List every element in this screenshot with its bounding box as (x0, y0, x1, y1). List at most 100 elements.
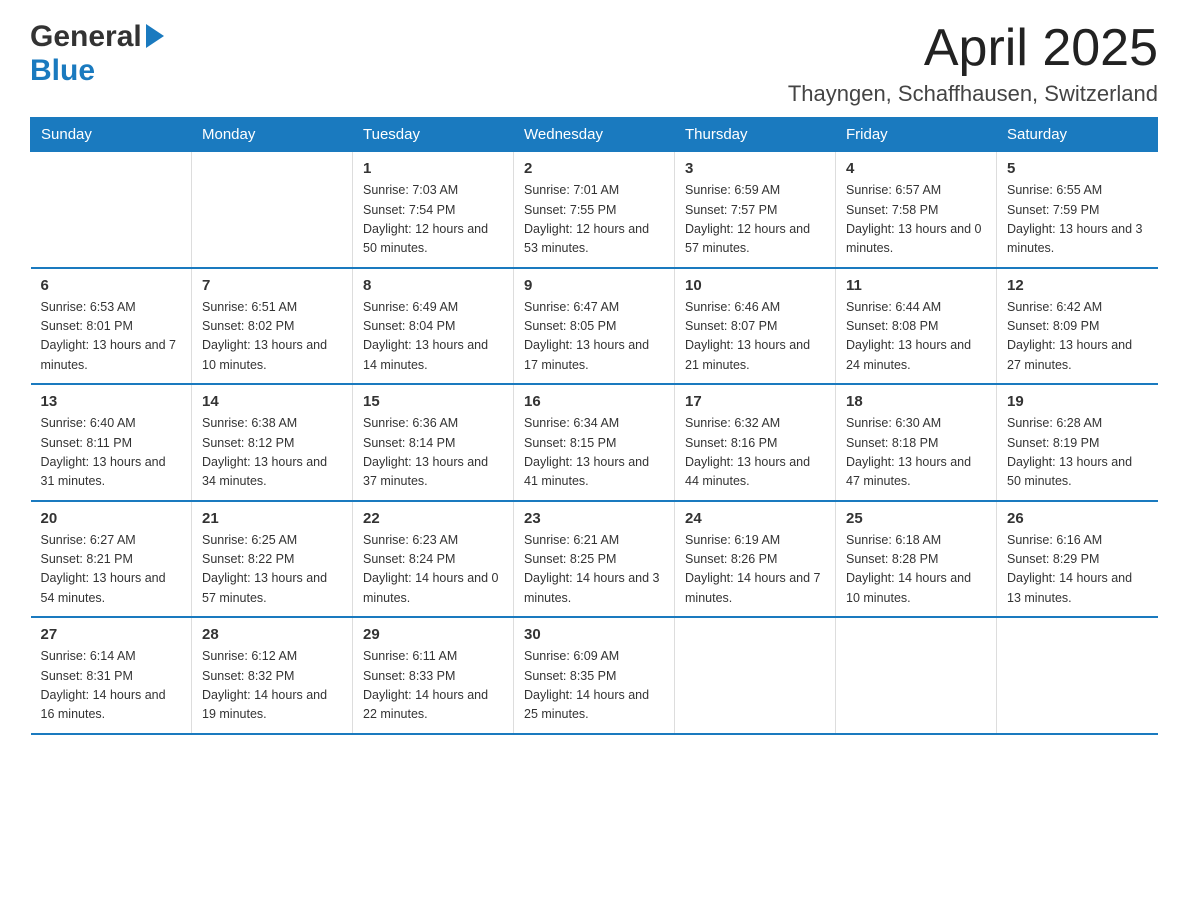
calendar-header-saturday: Saturday (997, 118, 1158, 152)
day-info: Sunrise: 6:57 AM Sunset: 7:58 PM Dayligh… (846, 181, 986, 259)
calendar-cell: 5 Sunrise: 6:55 AM Sunset: 7:59 PM Daylig… (997, 152, 1158, 268)
calendar-cell: 26 Sunrise: 6:16 AM Sunset: 8:29 PM Dayli… (997, 501, 1158, 618)
day-number: 22 (363, 510, 503, 527)
day-number: 9 (524, 277, 664, 294)
calendar-header-sunday: Sunday (31, 118, 192, 152)
calendar-cell (31, 152, 192, 268)
calendar-cell: 2 Sunrise: 7:01 AM Sunset: 7:55 PM Daylig… (514, 152, 675, 268)
calendar-header-wednesday: Wednesday (514, 118, 675, 152)
day-info: Sunrise: 6:16 AM Sunset: 8:29 PM Dayligh… (1007, 531, 1148, 609)
logo-blue-text: Blue (30, 54, 95, 88)
day-info: Sunrise: 6:59 AM Sunset: 7:57 PM Dayligh… (685, 181, 825, 259)
day-number: 12 (1007, 277, 1148, 294)
day-info: Sunrise: 6:55 AM Sunset: 7:59 PM Dayligh… (1007, 181, 1148, 259)
day-number: 7 (202, 277, 342, 294)
calendar-cell: 23 Sunrise: 6:21 AM Sunset: 8:25 PM Dayli… (514, 501, 675, 618)
day-number: 16 (524, 393, 664, 410)
day-number: 23 (524, 510, 664, 527)
day-number: 11 (846, 277, 986, 294)
day-info: Sunrise: 6:46 AM Sunset: 8:07 PM Dayligh… (685, 298, 825, 376)
day-number: 26 (1007, 510, 1148, 527)
day-number: 5 (1007, 160, 1148, 177)
day-number: 4 (846, 160, 986, 177)
calendar-cell: 14 Sunrise: 6:38 AM Sunset: 8:12 PM Dayli… (192, 384, 353, 501)
day-info: Sunrise: 6:18 AM Sunset: 8:28 PM Dayligh… (846, 531, 986, 609)
day-number: 1 (363, 160, 503, 177)
calendar-cell: 10 Sunrise: 6:46 AM Sunset: 8:07 PM Dayli… (675, 268, 836, 385)
day-number: 13 (41, 393, 182, 410)
day-info: Sunrise: 6:34 AM Sunset: 8:15 PM Dayligh… (524, 414, 664, 492)
day-info: Sunrise: 6:21 AM Sunset: 8:25 PM Dayligh… (524, 531, 664, 609)
day-number: 24 (685, 510, 825, 527)
day-number: 18 (846, 393, 986, 410)
calendar-cell: 6 Sunrise: 6:53 AM Sunset: 8:01 PM Daylig… (31, 268, 192, 385)
calendar-header-monday: Monday (192, 118, 353, 152)
calendar-cell: 7 Sunrise: 6:51 AM Sunset: 8:02 PM Daylig… (192, 268, 353, 385)
day-info: Sunrise: 7:01 AM Sunset: 7:55 PM Dayligh… (524, 181, 664, 259)
day-info: Sunrise: 6:42 AM Sunset: 8:09 PM Dayligh… (1007, 298, 1148, 376)
calendar-cell: 17Sunrise: 6:32 AM Sunset: 8:16 PM Dayli… (675, 384, 836, 501)
location-subtitle: Thayngen, Schaffhausen, Switzerland (788, 81, 1158, 107)
day-number: 14 (202, 393, 342, 410)
day-info: Sunrise: 6:14 AM Sunset: 8:31 PM Dayligh… (41, 647, 182, 725)
calendar-cell: 1 Sunrise: 7:03 AM Sunset: 7:54 PM Daylig… (353, 152, 514, 268)
calendar-week-row: 1 Sunrise: 7:03 AM Sunset: 7:54 PM Daylig… (31, 152, 1158, 268)
day-number: 28 (202, 626, 342, 643)
calendar-cell: 11Sunrise: 6:44 AM Sunset: 8:08 PM Dayli… (836, 268, 997, 385)
month-year-title: April 2025 (788, 20, 1158, 77)
day-number: 27 (41, 626, 182, 643)
day-info: Sunrise: 6:25 AM Sunset: 8:22 PM Dayligh… (202, 531, 342, 609)
day-number: 15 (363, 393, 503, 410)
logo-flag-icon (146, 24, 164, 48)
calendar-cell: 27 Sunrise: 6:14 AM Sunset: 8:31 PM Dayli… (31, 617, 192, 734)
day-number: 8 (363, 277, 503, 294)
day-number: 19 (1007, 393, 1148, 410)
title-area: April 2025 Thayngen, Schaffhausen, Switz… (788, 20, 1158, 107)
day-number: 30 (524, 626, 664, 643)
calendar-cell: 3 Sunrise: 6:59 AM Sunset: 7:57 PM Daylig… (675, 152, 836, 268)
calendar-cell: 15 Sunrise: 6:36 AM Sunset: 8:14 PM Dayli… (353, 384, 514, 501)
day-number: 6 (41, 277, 182, 294)
day-info: Sunrise: 7:03 AM Sunset: 7:54 PM Dayligh… (363, 181, 503, 259)
page-header: General Blue April 2025 Thayngen, Schaff… (30, 20, 1158, 107)
day-number: 17 (685, 393, 825, 410)
day-info: Sunrise: 6:40 AM Sunset: 8:11 PM Dayligh… (41, 414, 182, 492)
calendar-cell: 18Sunrise: 6:30 AM Sunset: 8:18 PM Dayli… (836, 384, 997, 501)
day-info: Sunrise: 6:51 AM Sunset: 8:02 PM Dayligh… (202, 298, 342, 376)
calendar-cell: 12 Sunrise: 6:42 AM Sunset: 8:09 PM Dayli… (997, 268, 1158, 385)
calendar-header-tuesday: Tuesday (353, 118, 514, 152)
day-info: Sunrise: 6:12 AM Sunset: 8:32 PM Dayligh… (202, 647, 342, 725)
calendar-cell: 4 Sunrise: 6:57 AM Sunset: 7:58 PM Daylig… (836, 152, 997, 268)
day-info: Sunrise: 6:28 AM Sunset: 8:19 PM Dayligh… (1007, 414, 1148, 492)
day-info: Sunrise: 6:09 AM Sunset: 8:35 PM Dayligh… (524, 647, 664, 725)
day-number: 3 (685, 160, 825, 177)
day-info: Sunrise: 6:19 AM Sunset: 8:26 PM Dayligh… (685, 531, 825, 609)
day-info: Sunrise: 6:23 AM Sunset: 8:24 PM Dayligh… (363, 531, 503, 609)
calendar-week-row: 6 Sunrise: 6:53 AM Sunset: 8:01 PM Daylig… (31, 268, 1158, 385)
calendar-cell: 21 Sunrise: 6:25 AM Sunset: 8:22 PM Dayli… (192, 501, 353, 618)
day-info: Sunrise: 6:53 AM Sunset: 8:01 PM Dayligh… (41, 298, 182, 376)
calendar-cell: 8 Sunrise: 6:49 AM Sunset: 8:04 PM Daylig… (353, 268, 514, 385)
day-info: Sunrise: 6:38 AM Sunset: 8:12 PM Dayligh… (202, 414, 342, 492)
calendar-cell: 19 Sunrise: 6:28 AM Sunset: 8:19 PM Dayli… (997, 384, 1158, 501)
day-info: Sunrise: 6:11 AM Sunset: 8:33 PM Dayligh… (363, 647, 503, 725)
day-number: 10 (685, 277, 825, 294)
day-number: 29 (363, 626, 503, 643)
calendar-cell: 24 Sunrise: 6:19 AM Sunset: 8:26 PM Dayli… (675, 501, 836, 618)
calendar-week-row: 27 Sunrise: 6:14 AM Sunset: 8:31 PM Dayli… (31, 617, 1158, 734)
calendar-cell: 22 Sunrise: 6:23 AM Sunset: 8:24 PM Dayli… (353, 501, 514, 618)
day-info: Sunrise: 6:36 AM Sunset: 8:14 PM Dayligh… (363, 414, 503, 492)
calendar-cell: 20Sunrise: 6:27 AM Sunset: 8:21 PM Dayli… (31, 501, 192, 618)
day-number: 2 (524, 160, 664, 177)
calendar-cell (192, 152, 353, 268)
calendar-header-thursday: Thursday (675, 118, 836, 152)
calendar-cell (675, 617, 836, 734)
day-info: Sunrise: 6:49 AM Sunset: 8:04 PM Dayligh… (363, 298, 503, 376)
calendar-header-row: SundayMondayTuesdayWednesdayThursdayFrid… (31, 118, 1158, 152)
calendar-week-row: 20Sunrise: 6:27 AM Sunset: 8:21 PM Dayli… (31, 501, 1158, 618)
calendar-cell: 13 Sunrise: 6:40 AM Sunset: 8:11 PM Dayli… (31, 384, 192, 501)
calendar-cell: 9Sunrise: 6:47 AM Sunset: 8:05 PM Daylig… (514, 268, 675, 385)
logo: General Blue (30, 20, 164, 88)
calendar-week-row: 13 Sunrise: 6:40 AM Sunset: 8:11 PM Dayli… (31, 384, 1158, 501)
day-number: 21 (202, 510, 342, 527)
